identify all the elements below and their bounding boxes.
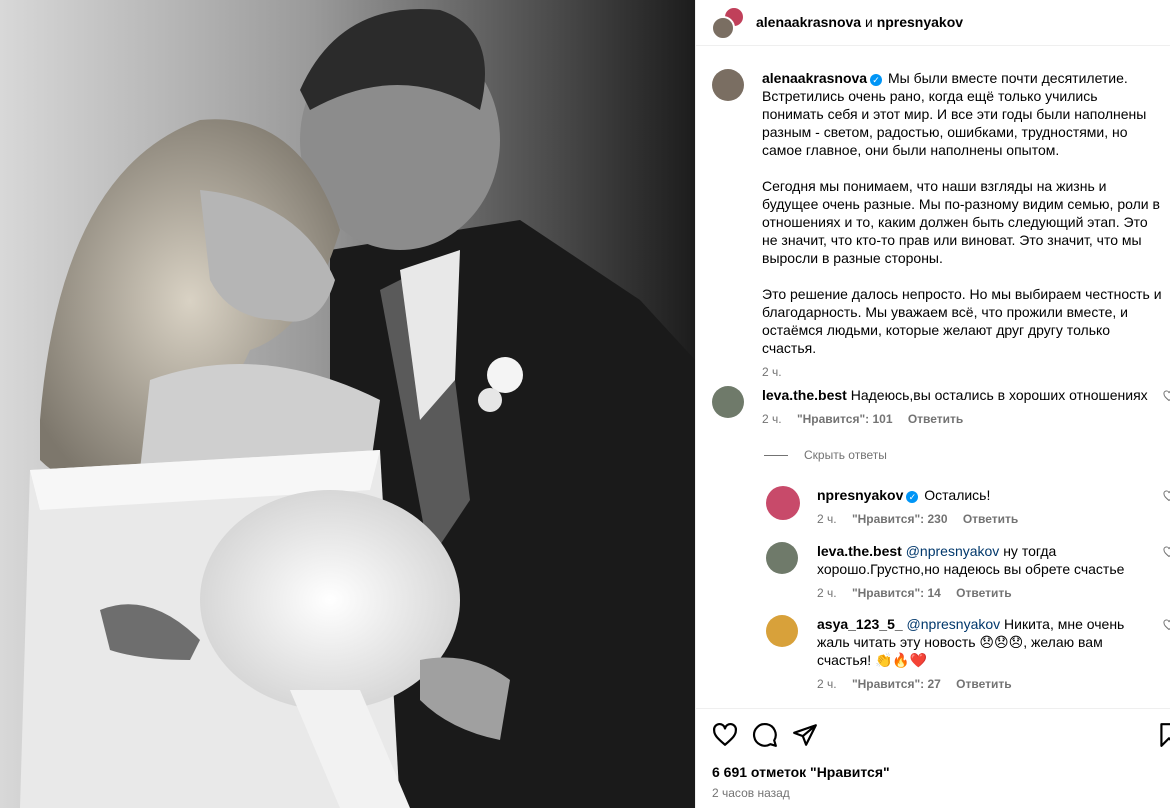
avatar[interactable]	[766, 542, 798, 574]
post-header: alenaakrasnova и npresnyakov	[696, 0, 1170, 46]
reply-button[interactable]: Ответить	[908, 412, 963, 426]
collab-avatars[interactable]	[711, 6, 745, 40]
likes-count[interactable]: 6 691 отметок "Нравится"	[712, 764, 890, 780]
avatar[interactable]	[766, 486, 800, 520]
comment-text: Надеюсь,вы остались в хороших отношениях	[850, 387, 1148, 403]
comment-username[interactable]: leva.the.best	[762, 387, 847, 403]
reply-time[interactable]: 2 ч.	[817, 512, 837, 526]
bookmark-icon[interactable]	[1156, 722, 1170, 748]
verified-icon: ✓	[906, 491, 919, 503]
reply-username[interactable]: leva.the.best	[817, 543, 902, 559]
reply-likes[interactable]: "Нравится": 27	[852, 677, 941, 691]
reply-button[interactable]: Ответить	[963, 512, 1018, 526]
reply-likes[interactable]: "Нравится": 230	[852, 512, 948, 526]
avatar[interactable]	[712, 386, 744, 418]
caption-text: Сегодня мы понимаем, что наши взгляды на…	[762, 178, 1160, 266]
heart-icon[interactable]	[712, 722, 738, 748]
divider	[764, 455, 788, 457]
heart-icon[interactable]	[1163, 490, 1170, 502]
post-time[interactable]: 2 часов назад	[712, 786, 790, 800]
wedding-photo-image	[0, 0, 695, 808]
caption-username[interactable]: alenaakrasnova	[762, 70, 867, 86]
reply-time[interactable]: 2 ч.	[817, 586, 837, 600]
hide-replies-label: Скрыть ответы	[804, 448, 887, 462]
caption-time[interactable]: 2 ч.	[762, 365, 782, 379]
comment-icon[interactable]	[752, 722, 778, 748]
hide-replies-button[interactable]: Скрыть ответы	[764, 448, 887, 462]
share-icon[interactable]	[792, 722, 818, 748]
reply-text: Остались!	[924, 487, 991, 503]
post-authors: alenaakrasnova и npresnyakov	[756, 14, 963, 30]
comments-list[interactable]: alenaakrasnova ✓ Мы были вместе почти дес…	[696, 54, 1170, 704]
reply-time[interactable]: 2 ч.	[817, 677, 837, 691]
reply-likes[interactable]: "Нравится": 14	[852, 586, 941, 600]
post-photo[interactable]	[0, 0, 695, 808]
comment-time[interactable]: 2 ч.	[762, 412, 782, 426]
heart-icon[interactable]	[1163, 619, 1170, 631]
author-username[interactable]: alenaakrasnova	[756, 14, 861, 30]
post-sidebar: alenaakrasnova и npresnyakov alenaakrasn…	[695, 0, 1170, 808]
verified-icon: ✓	[870, 74, 883, 86]
avatar[interactable]	[712, 69, 744, 101]
reply-button[interactable]: Ответить	[956, 586, 1011, 600]
reply-button[interactable]: Ответить	[956, 677, 1011, 691]
author-username[interactable]: npresnyakov	[877, 14, 963, 30]
reply-username[interactable]: asya_123_5_	[817, 616, 903, 632]
heart-icon[interactable]	[1163, 390, 1170, 402]
mention-link[interactable]: @npresnyakov	[907, 616, 1001, 632]
heart-icon[interactable]	[1163, 546, 1170, 558]
avatar[interactable]	[711, 16, 735, 40]
author-conjunction: и	[864, 14, 873, 30]
avatar[interactable]	[766, 615, 798, 647]
post-actions: 6 691 отметок "Нравится" 2 часов назад	[696, 708, 1170, 808]
mention-link[interactable]: @npresnyakov	[906, 543, 1000, 559]
reply-username[interactable]: npresnyakov	[817, 487, 903, 503]
comment-likes[interactable]: "Нравится": 101	[797, 412, 893, 426]
caption-text: Это решение далось непросто. Но мы выбир…	[762, 286, 1162, 356]
